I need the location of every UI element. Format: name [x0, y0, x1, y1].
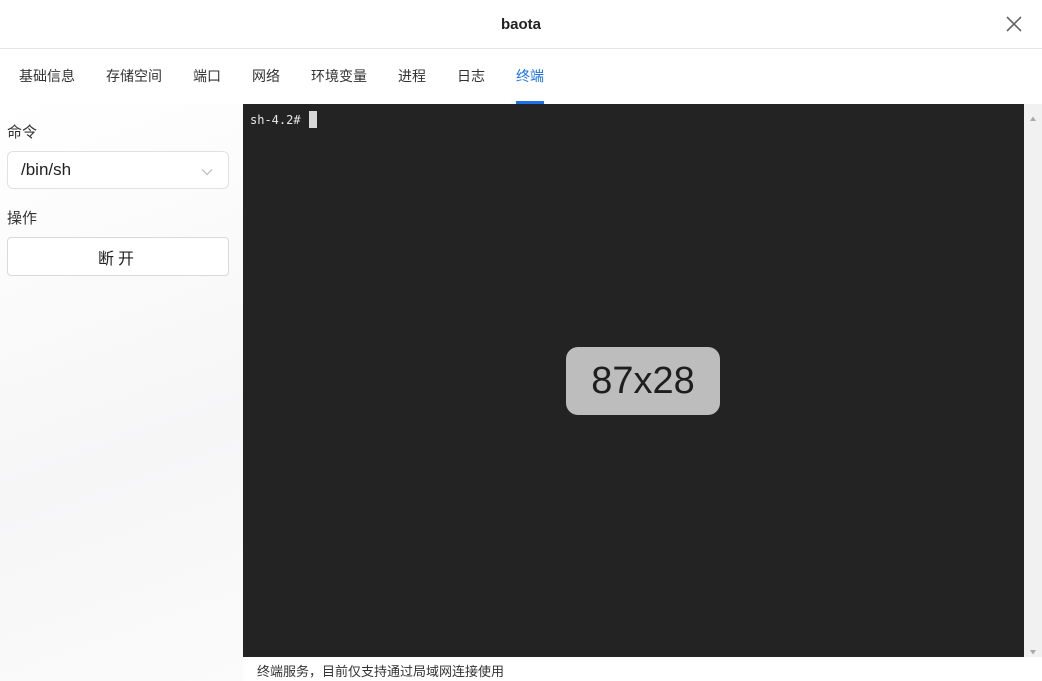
triangle-up-icon[interactable] [1029, 110, 1037, 121]
terminal-options-sidebar: 命令 /bin/sh 操作 断开 [0, 104, 243, 681]
command-select[interactable]: /bin/sh [7, 151, 229, 189]
command-select-value: /bin/sh [21, 160, 72, 179]
tab-ports[interactable]: 端口 [193, 49, 221, 104]
tab-storage[interactable]: 存储空间 [106, 49, 162, 104]
terminal-cursor [308, 111, 317, 128]
window-title: baota [500, 15, 541, 33]
tab-bar: 基础信息 存储空间 端口 网络 环境变量 进程 日志 终端 [0, 49, 1042, 104]
close-icon[interactable] [1002, 12, 1026, 36]
tab-logs[interactable]: 日志 [457, 49, 485, 104]
disconnect-button[interactable]: 断开 [7, 237, 229, 276]
action-label: 操作 [7, 210, 38, 227]
terminal-footer-note: 终端服务，目前仅支持通过局域网连接使用 [257, 664, 505, 679]
tab-env-vars[interactable]: 环境变量 [311, 49, 367, 104]
terminal-scrollbar[interactable] [1024, 104, 1042, 657]
tab-terminal[interactable]: 终端 [516, 49, 544, 104]
tab-processes[interactable]: 进程 [398, 49, 426, 104]
tab-basic-info[interactable]: 基础信息 [19, 49, 75, 104]
prompt-text: sh-4.2# [250, 112, 301, 127]
chevron-down-icon [200, 164, 214, 178]
terminal-size-overlay: 87x28 [566, 347, 720, 415]
terminal-screen[interactable]: sh-4.2# 87x28 [243, 104, 1024, 657]
command-label: 命令 [7, 124, 38, 141]
tab-network[interactable]: 网络 [252, 49, 280, 104]
terminal-prompt: sh-4.2# [250, 111, 317, 128]
container-detail-window: baota 基础信息 存储空间 端口 网络 环境变量 进程 日志 终端 命令 /… [0, 0, 1042, 681]
triangle-down-icon[interactable] [1029, 643, 1037, 655]
title-bar: baota [0, 0, 1042, 49]
